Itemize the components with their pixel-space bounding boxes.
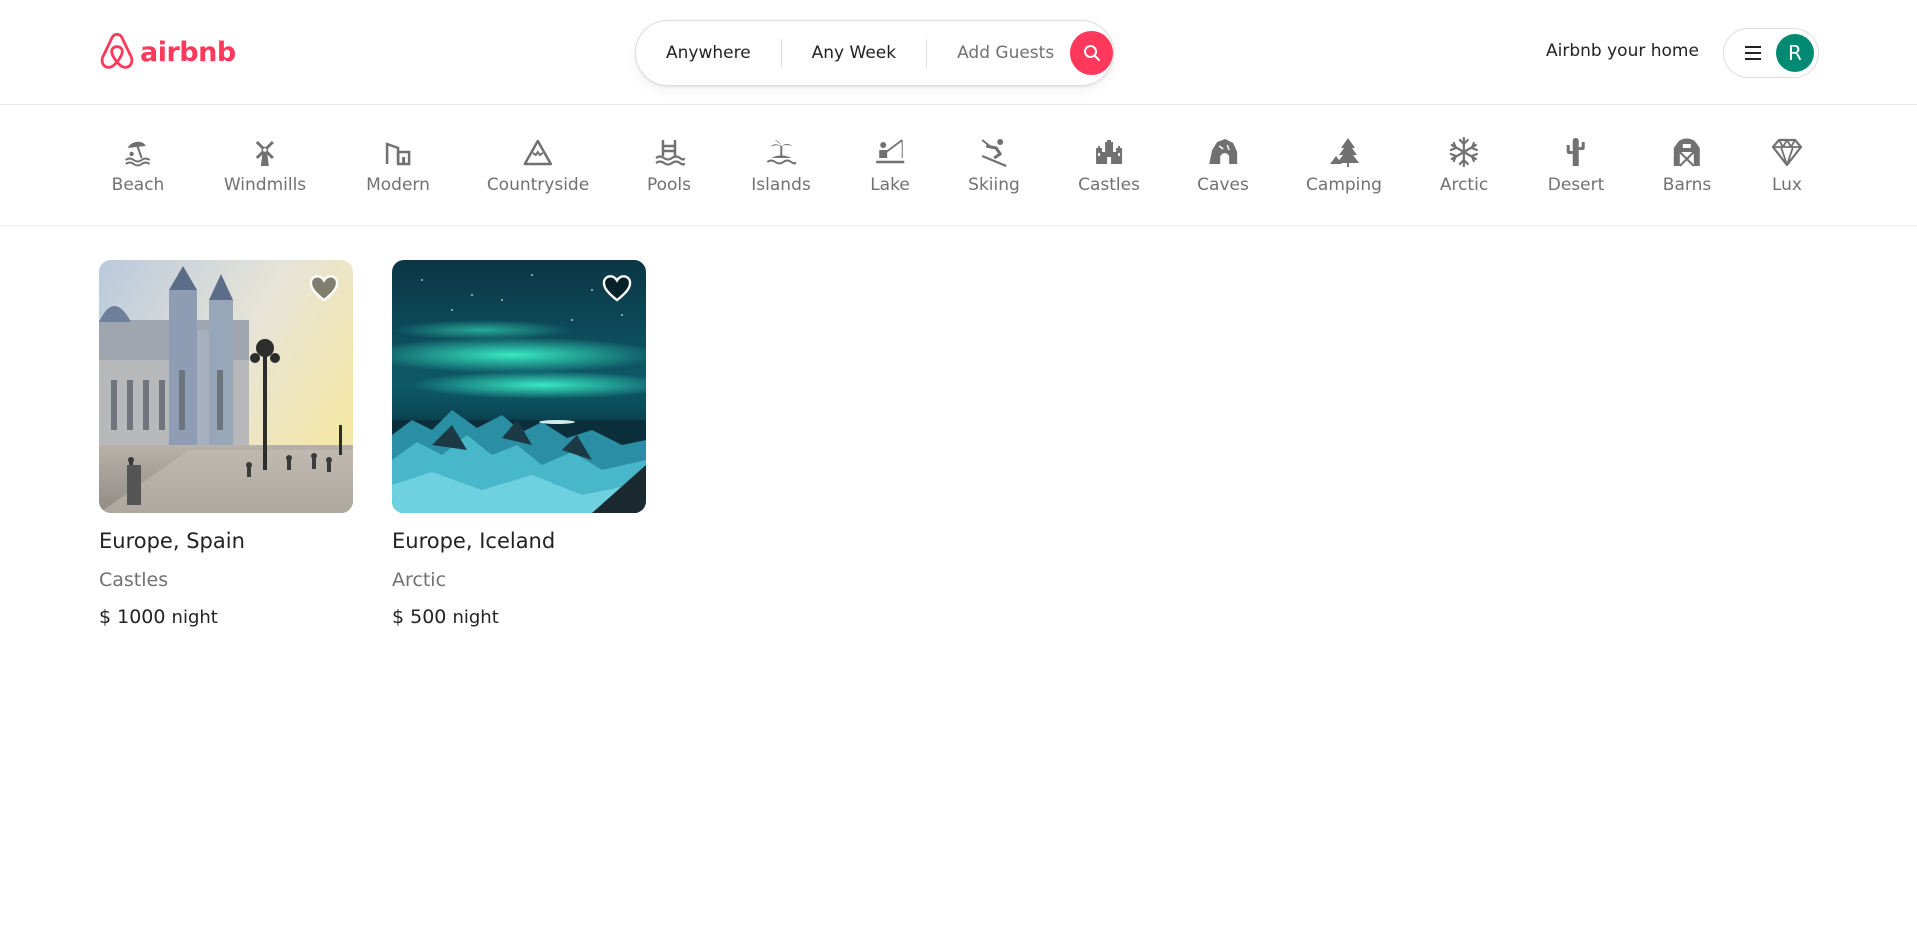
skiing-icon <box>981 139 1007 168</box>
mountain-icon <box>523 139 553 166</box>
category-pools[interactable]: Pools <box>647 136 691 195</box>
category-barns[interactable]: Barns <box>1663 136 1711 195</box>
barn-icon <box>1674 138 1700 167</box>
pool-icon <box>655 140 685 166</box>
category-islands[interactable]: Islands <box>751 136 811 195</box>
listing-category: Castles <box>99 569 169 591</box>
price-unit: night <box>452 607 499 628</box>
listing-price: $ 500 night <box>392 606 646 628</box>
listing-photo[interactable] <box>99 260 353 513</box>
island-icon <box>766 140 796 165</box>
user-menu-button[interactable]: R <box>1723 28 1819 78</box>
category-label: Camping <box>1306 175 1382 195</box>
search-dates[interactable]: Any Week <box>782 43 926 63</box>
listing-card-spain[interactable]: Europe, Spain Castles $ 1000 night <box>99 260 353 628</box>
category-label: Lake <box>870 175 910 195</box>
castle-icon <box>1095 138 1122 164</box>
category-camping[interactable]: Camping <box>1306 136 1382 195</box>
search-button[interactable] <box>1070 31 1113 75</box>
price-amount: $ 1000 <box>99 606 166 628</box>
beach-icon <box>125 141 151 167</box>
search-guests[interactable]: Add Guests <box>927 43 1068 63</box>
cactus-icon <box>1567 138 1585 166</box>
category-bar: Beach Windmills Modern Countryside Pools… <box>0 106 1917 226</box>
modern-house-icon <box>385 142 411 166</box>
category-label: Arctic <box>1439 175 1489 195</box>
category-skiing[interactable]: Skiing <box>968 136 1020 195</box>
top-header: airbnb Anywhere Any Week Add Guests Airb… <box>0 0 1917 105</box>
category-label: Pools <box>646 175 692 195</box>
category-desert[interactable]: Desert <box>1547 136 1605 195</box>
favorite-heart-icon[interactable] <box>602 274 632 302</box>
category-label: Skiing <box>968 175 1020 195</box>
listing-card-iceland[interactable]: Europe, Iceland Arctic $ 500 night <box>392 260 646 628</box>
host-link[interactable]: Airbnb your home <box>1546 41 1699 61</box>
category-label: Countryside <box>486 175 590 195</box>
category-label: Castles <box>1078 175 1140 195</box>
category-label: Lux <box>1771 175 1802 195</box>
category-caves[interactable]: Caves <box>1197 136 1249 195</box>
category-label: Desert <box>1547 175 1605 195</box>
category-arctic[interactable]: Arctic <box>1440 136 1488 195</box>
windmill-icon <box>255 140 275 166</box>
cave-icon <box>1208 139 1237 164</box>
category-label: Beach <box>111 175 165 195</box>
listing-photo[interactable] <box>392 260 646 513</box>
category-windmills[interactable]: Windmills <box>224 136 306 195</box>
camping-icon <box>1330 138 1359 167</box>
category-modern[interactable]: Modern <box>366 136 430 195</box>
category-label: Islands <box>751 175 811 195</box>
category-label: Caves <box>1197 175 1249 195</box>
listing-title: Europe, Spain <box>99 529 245 553</box>
search-bar[interactable]: Anywhere Any Week Add Guests <box>635 20 1114 86</box>
category-label: Windmills <box>223 175 307 195</box>
search-icon <box>1083 45 1100 61</box>
listing-price: $ 1000 night <box>99 606 353 628</box>
price-unit: night <box>171 607 218 628</box>
diamond-icon <box>1771 138 1803 167</box>
category-label: Modern <box>366 175 430 195</box>
category-castles[interactable]: Castles <box>1078 136 1140 195</box>
price-amount: $ 500 <box>392 606 447 628</box>
category-lake[interactable]: Lake <box>870 136 910 195</box>
category-countryside[interactable]: Countryside <box>487 136 589 195</box>
category-beach[interactable]: Beach <box>111 136 165 195</box>
category-lux[interactable]: Lux <box>1771 136 1803 195</box>
favorite-heart-icon[interactable] <box>309 274 339 302</box>
brand-name: airbnb <box>140 36 236 68</box>
avatar[interactable]: R <box>1776 34 1814 72</box>
category-label: Barns <box>1662 175 1712 195</box>
snowflake-icon <box>1449 136 1479 168</box>
lake-icon <box>876 139 904 164</box>
search-location[interactable]: Anywhere <box>636 43 781 63</box>
airbnb-logo-icon <box>100 32 134 69</box>
hamburger-menu-icon <box>1745 46 1761 60</box>
listing-title: Europe, Iceland <box>392 529 556 553</box>
listing-category: Arctic <box>392 569 447 591</box>
airbnb-logo[interactable]: airbnb <box>98 32 236 72</box>
